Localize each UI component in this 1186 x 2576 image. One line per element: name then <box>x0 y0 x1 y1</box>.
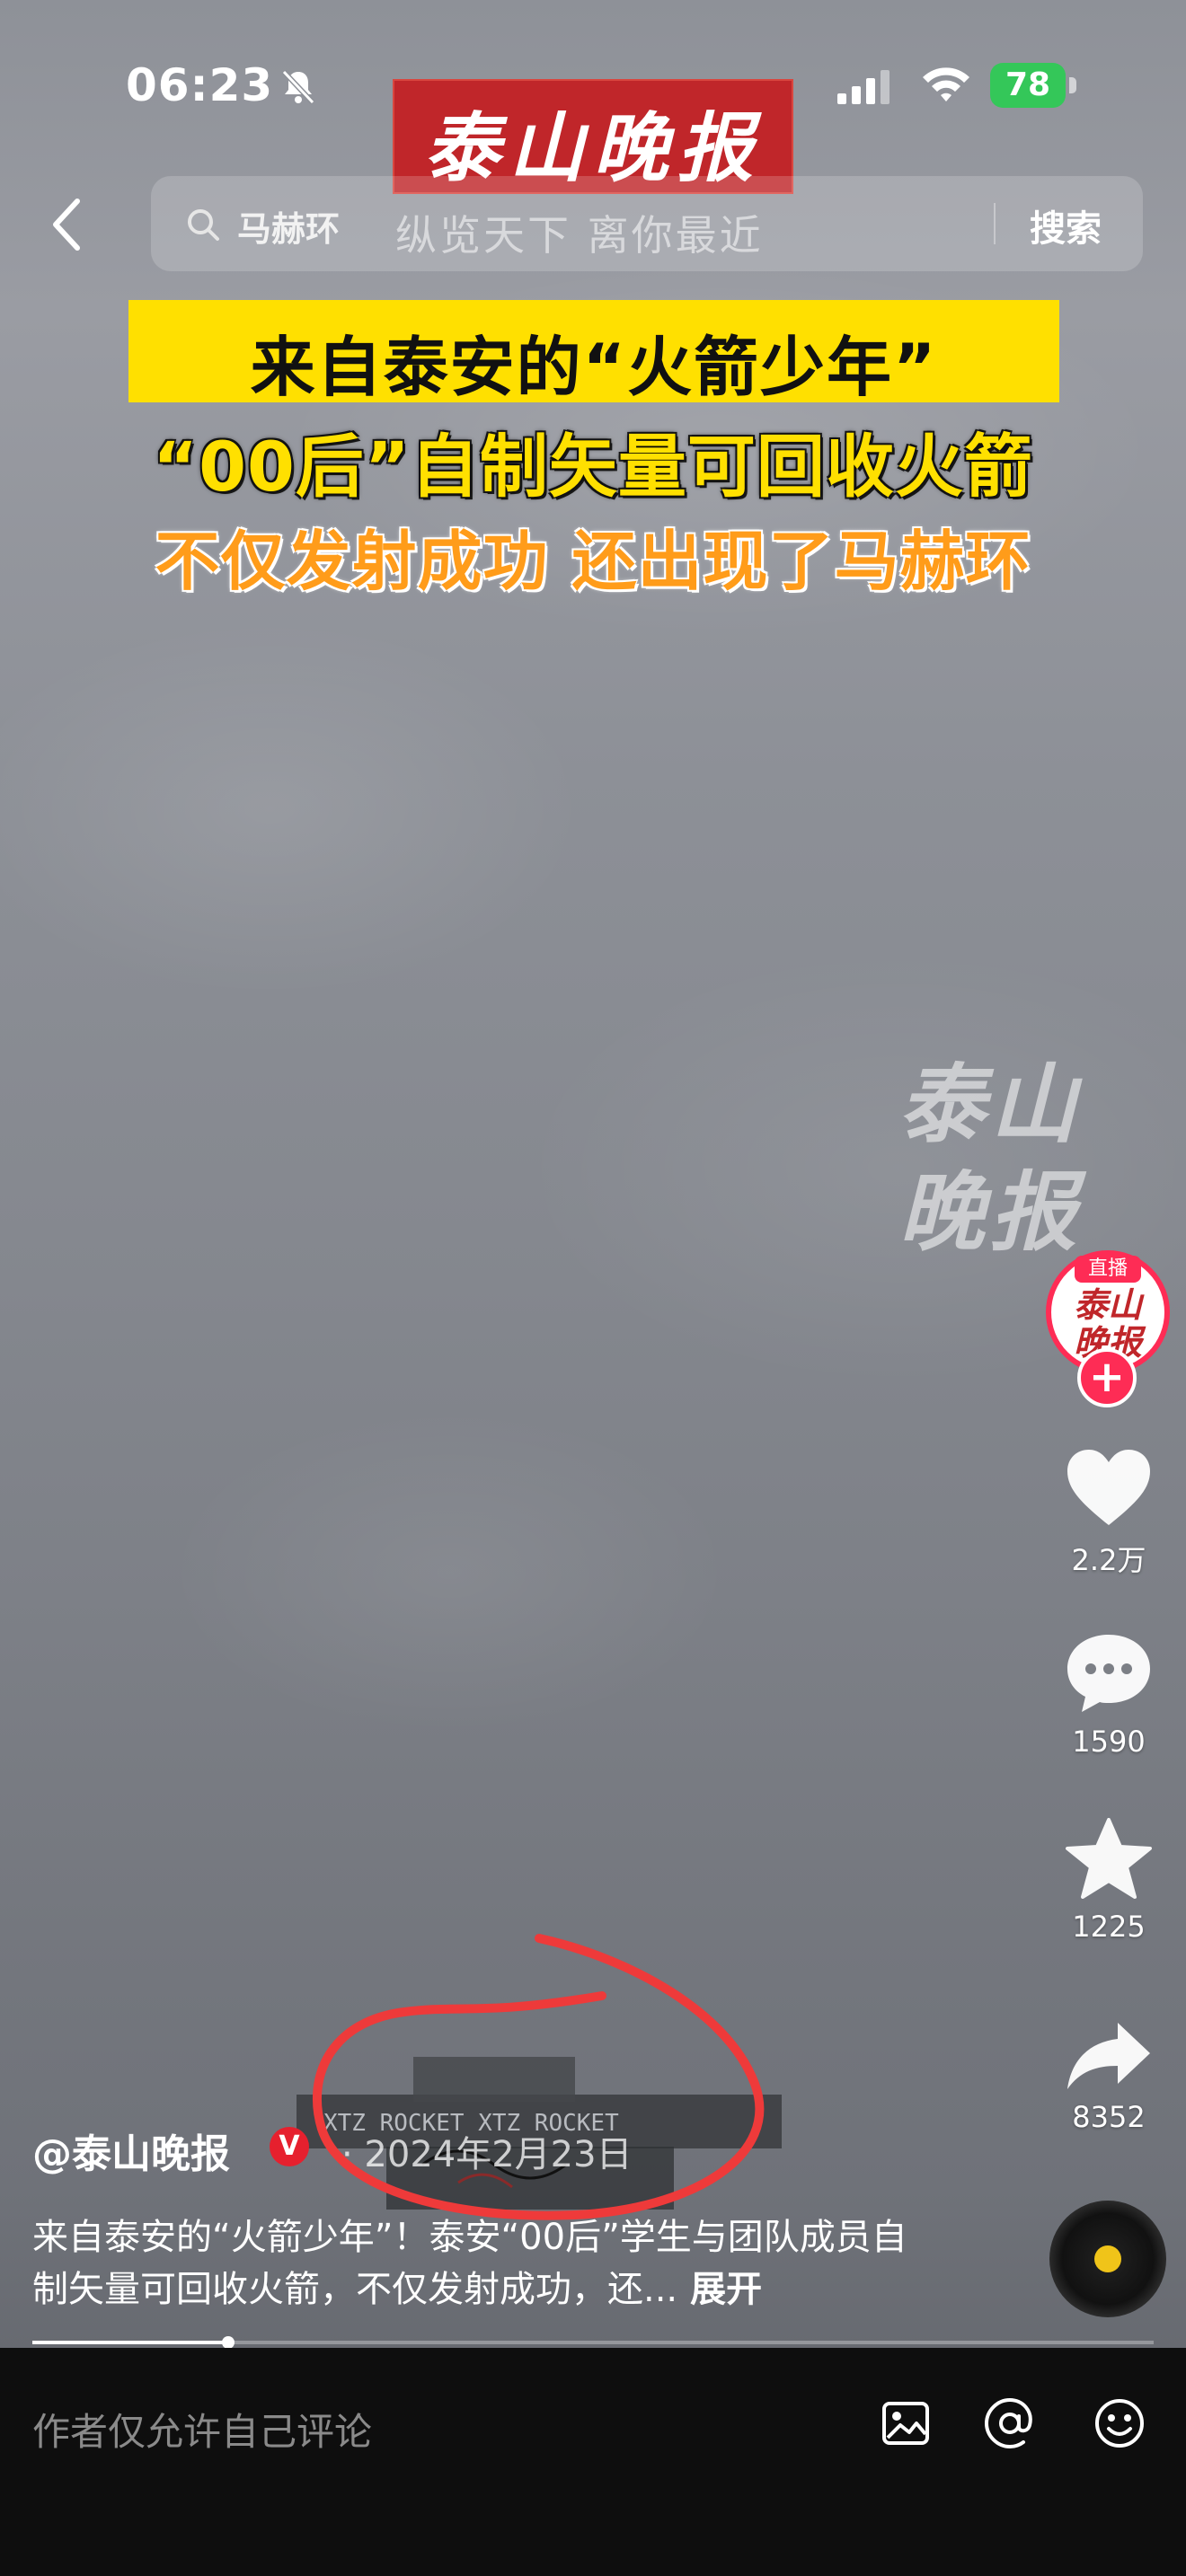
emoji-icon[interactable] <box>1093 2396 1146 2450</box>
wifi-icon <box>923 67 969 101</box>
share-icon <box>1067 2023 1150 2089</box>
search-slogan: 纵览天下 离你最近 <box>395 211 764 260</box>
comment-button[interactable]: 1590 <box>1046 1631 1172 1759</box>
verified-icon: V <box>270 2127 309 2166</box>
comment-count: 1590 <box>1072 1725 1146 1759</box>
live-badge: 直播 <box>1075 1256 1141 1283</box>
favorite-count: 1225 <box>1072 1910 1146 1944</box>
comment-bar: 作者仅允许自己评论 <box>0 2348 1186 2576</box>
watermark-line-1: 泰山 <box>898 1054 1082 1155</box>
headline-box: 来自泰安的“火箭少年” <box>128 300 1059 405</box>
video-progress-bar[interactable] <box>32 2336 1154 2349</box>
comment-icon <box>1067 1635 1150 1712</box>
headline-line-1: 来自泰安的“火箭少年” <box>250 330 938 405</box>
watermark-logo: 泰山 晚报 <box>898 1051 1132 1266</box>
post-caption[interactable]: 来自泰安的“火箭少年”！泰安“00后”学生与团队成员自制矢量可回收火箭，不仅发射… <box>32 2211 931 2316</box>
follow-button[interactable]: + <box>1077 1348 1137 1407</box>
share-button[interactable]: 8352 <box>1046 2019 1172 2134</box>
post-date: · 2024年2月23日 <box>341 2134 633 2175</box>
mention-icon[interactable] <box>983 2396 1037 2450</box>
battery-icon: 78 <box>990 63 1076 108</box>
image-icon[interactable] <box>879 2396 933 2450</box>
like-button[interactable]: 2.2万 <box>1046 1446 1172 1579</box>
favorite-button[interactable]: 1225 <box>1046 1818 1172 1944</box>
headline-line-3: 不仅发射成功 还出现了马赫环 <box>155 524 1031 599</box>
mute-icon <box>281 69 315 105</box>
signal-icon <box>837 70 890 104</box>
author-name[interactable]: @泰山晚报 <box>32 2122 230 2179</box>
heart-icon <box>1067 1450 1150 1525</box>
battery-level: 78 <box>1005 66 1051 103</box>
caption-text: 来自泰安的“火箭少年”！泰安“00后”学生与团队成员自制矢量可回收火箭，不仅发射… <box>32 2217 907 2310</box>
comment-input[interactable]: 作者仅允许自己评论 <box>32 2402 372 2457</box>
search-query[interactable]: 马赫环 <box>237 201 340 251</box>
annotation-circle <box>312 1934 765 2220</box>
search-button[interactable]: 搜索 <box>1030 199 1102 251</box>
search-bar[interactable]: 马赫环 纵览天下 离你最近 搜索 <box>151 176 1143 271</box>
music-disc-center <box>1094 2245 1121 2272</box>
search-icon <box>188 209 219 241</box>
plus-icon: + <box>1088 1352 1126 1402</box>
progress-thumb[interactable] <box>222 2336 235 2349</box>
music-disc-icon[interactable] <box>1049 2201 1166 2317</box>
search-divider <box>994 203 996 244</box>
share-count: 8352 <box>1072 2100 1146 2134</box>
avatar-logo-line-1: 泰山 <box>1073 1284 1142 1325</box>
like-count: 2.2万 <box>1071 1543 1146 1577</box>
star-icon <box>1066 1818 1152 1899</box>
back-button[interactable] <box>36 189 99 260</box>
status-time: 06:23 <box>126 59 274 111</box>
expand-button[interactable]: 展开 <box>690 2269 762 2310</box>
progress-fill <box>32 2341 229 2344</box>
headline-line-2: “00后”自制矢量可回收火箭 <box>153 427 1033 507</box>
